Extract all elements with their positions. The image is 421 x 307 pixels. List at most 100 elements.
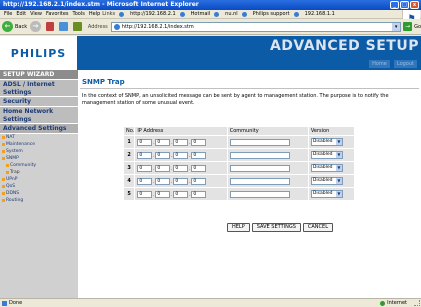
- menu-help[interactable]: Help: [89, 10, 100, 19]
- nav-home-network[interactable]: Home Network Settings: [0, 107, 78, 124]
- forward-button[interactable]: →: [30, 21, 41, 32]
- sidebar-item-ddns[interactable]: DDNS: [0, 190, 78, 197]
- sidebar-item-maintenance[interactable]: Maintenance: [0, 141, 78, 148]
- link-hotmail[interactable]: Hotmail: [179, 10, 210, 19]
- menu-view[interactable]: View: [30, 10, 42, 19]
- home-icon[interactable]: [73, 22, 82, 31]
- community-input[interactable]: [229, 151, 290, 159]
- sidebar-item-qos[interactable]: QoS: [0, 183, 78, 190]
- ip-octet-input[interactable]: 0: [137, 164, 153, 172]
- version-select[interactable]: Disabled ▼: [310, 164, 343, 172]
- ip-octet-input[interactable]: 0: [137, 190, 153, 198]
- menu-tools[interactable]: Tools: [73, 10, 85, 19]
- row-number: 2: [124, 149, 135, 161]
- address-bar[interactable]: http://192.168.2.1/index.stm ▾: [110, 21, 402, 32]
- ip-octet-input[interactable]: 0: [191, 177, 207, 185]
- version-select[interactable]: Disabled ▼: [310, 177, 343, 185]
- ip-octet-input[interactable]: 0: [173, 164, 189, 172]
- version-value: Disabled: [312, 152, 333, 157]
- ip-octet-input[interactable]: 0: [155, 151, 171, 159]
- sidebar-item-community[interactable]: Community: [0, 162, 78, 169]
- nav-setup-wizard[interactable]: SETUP WIZARD: [0, 70, 78, 80]
- community-cell: [227, 149, 308, 161]
- nav-advanced-settings[interactable]: Advanced Settings: [0, 124, 78, 134]
- version-select[interactable]: Disabled ▼: [310, 138, 343, 146]
- sidebar-item-routing[interactable]: Routing: [0, 197, 78, 204]
- ip-octet-input[interactable]: 0: [173, 151, 189, 159]
- cancel-button[interactable]: CANCEL: [302, 223, 333, 232]
- ip-octet-input[interactable]: 0: [173, 177, 189, 185]
- link-router[interactable]: http://192.168.2.1: [119, 10, 176, 19]
- link-nunl[interactable]: nu.nl: [214, 10, 238, 19]
- stop-icon[interactable]: [45, 22, 55, 31]
- ip-octet-input[interactable]: 0: [155, 138, 171, 146]
- maximize-button[interactable]: □: [400, 1, 409, 9]
- go-label: Go: [414, 23, 421, 30]
- row-number: 1: [124, 136, 135, 148]
- address-dropdown-icon[interactable]: ▾: [392, 22, 401, 31]
- chevron-down-icon: ▼: [335, 152, 342, 158]
- col-header-community: Community: [227, 127, 308, 135]
- version-value: Disabled: [312, 191, 333, 196]
- version-select[interactable]: Disabled ▼: [310, 190, 343, 198]
- ip-octet-input[interactable]: 0: [173, 190, 189, 198]
- ip-octet-input[interactable]: 0: [137, 177, 153, 185]
- logout-link[interactable]: Logout: [393, 60, 417, 68]
- back-button[interactable]: ← Back: [2, 21, 27, 32]
- router-header: PHILIPS ADVANCED SETUP Home Logout: [0, 36, 421, 70]
- version-cell: Disabled ▼: [308, 149, 354, 161]
- sidebar-item-trap[interactable]: Trap: [0, 169, 78, 176]
- minimize-button[interactable]: _: [390, 1, 399, 9]
- ip-octet-input[interactable]: 0: [191, 151, 207, 159]
- ip-octet-input[interactable]: 0: [155, 164, 171, 172]
- sidebar-item-system[interactable]: System: [0, 148, 78, 155]
- nav-security[interactable]: Security: [0, 97, 78, 107]
- ip-octet-input[interactable]: 0: [191, 138, 207, 146]
- sidebar-item-snmp[interactable]: SNMP: [0, 155, 78, 162]
- refresh-icon[interactable]: [59, 22, 69, 31]
- globe-icon: [119, 11, 125, 17]
- ip-octet-input[interactable]: 0: [155, 190, 171, 198]
- page-title: SNMP Trap: [82, 78, 125, 86]
- ip-octet-input[interactable]: 0: [155, 177, 171, 185]
- link-192-168-1-1[interactable]: 192.168.1.1: [293, 10, 335, 19]
- ip-octet-input[interactable]: 0: [173, 138, 189, 146]
- save-settings-button[interactable]: SAVE SETTINGS: [251, 223, 301, 232]
- community-input[interactable]: [229, 190, 290, 198]
- go-arrow-icon: →: [403, 22, 413, 31]
- menu-edit[interactable]: Edit: [16, 10, 26, 19]
- col-header-version: Version: [308, 127, 354, 135]
- community-input[interactable]: [229, 177, 290, 185]
- version-value: Disabled: [312, 178, 333, 183]
- community-cell: [227, 162, 308, 174]
- link-philips-support[interactable]: Philips support: [241, 10, 290, 19]
- globe-icon: [293, 11, 299, 17]
- help-button[interactable]: HELP: [227, 223, 250, 232]
- ip-octet-input[interactable]: 0: [191, 164, 207, 172]
- community-input[interactable]: [229, 164, 290, 172]
- col-header-no: No.: [124, 127, 135, 135]
- home-link[interactable]: Home: [369, 60, 390, 68]
- page-section-title: ADVANCED SETUP: [269, 38, 419, 54]
- ip-octet-input[interactable]: 0: [191, 190, 207, 198]
- ip-address-cell: 0.0.0.0: [135, 175, 227, 187]
- menu-file[interactable]: File: [4, 10, 12, 19]
- globe-icon: [241, 11, 247, 17]
- nav-adsl-internet[interactable]: ADSL / Internet Settings: [0, 80, 78, 97]
- ip-octet-input[interactable]: 0: [137, 151, 153, 159]
- browser-window: http://192.168.2.1/index.stm - Microsoft…: [0, 0, 421, 307]
- main-content: SNMP Trap In the context of SNMP, an uns…: [80, 70, 419, 298]
- close-button[interactable]: x: [410, 1, 419, 9]
- sidebar-item-upnp[interactable]: UPnP: [0, 176, 78, 183]
- sidebar-item-nat[interactable]: NAT: [0, 134, 78, 141]
- resize-grip[interactable]: [414, 300, 420, 306]
- go-button[interactable]: → Go: [403, 22, 421, 31]
- link-nunl-label: nu.nl: [225, 10, 238, 17]
- globe-icon: [179, 11, 185, 17]
- menu-favorites[interactable]: Favorites: [46, 10, 69, 19]
- ip-octet-input[interactable]: 0: [137, 138, 153, 146]
- community-input[interactable]: [229, 138, 290, 146]
- logo-text: PHILIPS: [10, 46, 67, 60]
- chevron-down-icon: ▼: [335, 165, 342, 171]
- version-select[interactable]: Disabled ▼: [310, 151, 343, 159]
